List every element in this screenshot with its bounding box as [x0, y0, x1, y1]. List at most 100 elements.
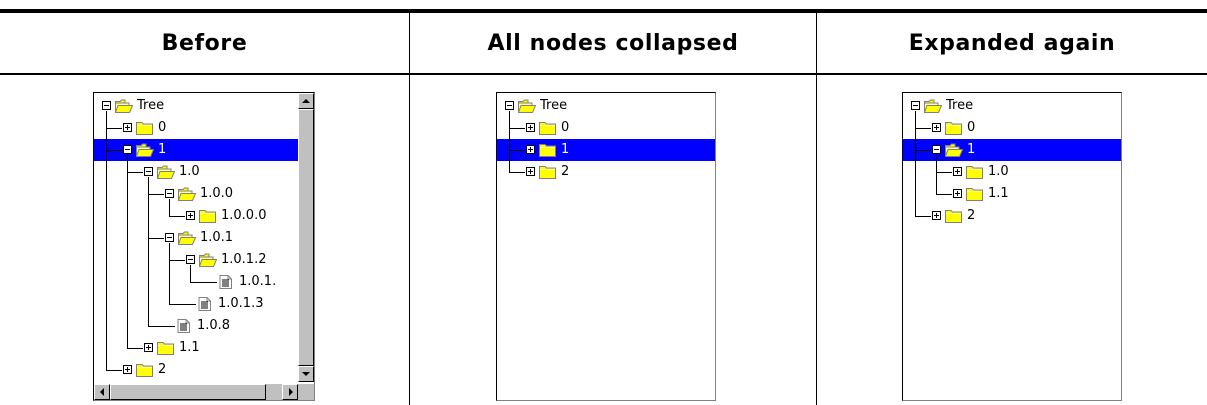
- tree-node[interactable]: Tree: [94, 95, 314, 117]
- tree-node-label: 2: [561, 164, 570, 179]
- scroll-down-button[interactable]: [298, 366, 314, 382]
- expand-icon[interactable]: [953, 167, 962, 176]
- expand-icon[interactable]: [932, 211, 941, 220]
- collapse-icon[interactable]: [123, 145, 132, 154]
- folder-open-icon: [156, 165, 176, 179]
- expand-icon[interactable]: [526, 167, 535, 176]
- arrow-up-icon: [302, 99, 310, 103]
- document-icon: [217, 275, 235, 289]
- vertical-scroll-thumb[interactable]: [298, 109, 314, 366]
- tree-node-label: 1.0: [988, 164, 1009, 179]
- header-expanded-again: Expanded again: [908, 30, 1116, 56]
- arrow-right-icon: [289, 388, 293, 396]
- expand-icon[interactable]: [953, 189, 962, 198]
- tree-node[interactable]: 0: [903, 117, 1121, 139]
- tree-node[interactable]: 1.0.0.0: [94, 205, 314, 227]
- expand-icon[interactable]: [932, 123, 941, 132]
- collapse-icon[interactable]: [932, 145, 941, 154]
- document-icon: [175, 319, 193, 333]
- tree-node[interactable]: Tree: [497, 95, 715, 117]
- folder-icon: [136, 363, 154, 377]
- tree-node[interactable]: 1.0.1.2: [94, 249, 314, 271]
- tree-rows: Tree 0 1 1.0 1.0.0 1.0.0.0 1.0.1 1.0.1.2 1.0.1. 1…: [94, 93, 314, 400]
- folder-icon: [539, 121, 557, 135]
- tree-node-label: 1.0.1.3: [218, 296, 264, 311]
- header-before: Before: [161, 30, 248, 56]
- scroll-up-button[interactable]: [298, 93, 314, 109]
- tree-node-label: 0: [561, 120, 570, 135]
- tree-node-label: 2: [967, 208, 976, 223]
- tree-node-label: 1.0.1: [200, 230, 234, 245]
- tree-node-label: 1.0.1.2: [221, 252, 267, 267]
- folder-open-icon: [177, 187, 197, 201]
- tree-node-label: Tree: [137, 98, 165, 113]
- vertical-scrollbar[interactable]: [298, 93, 314, 382]
- expand-icon[interactable]: [123, 123, 132, 132]
- folder-open-icon: [944, 143, 964, 157]
- folder-open-icon: [198, 253, 218, 267]
- horizontal-scrollbar[interactable]: [94, 384, 298, 400]
- collapse-icon[interactable]: [165, 233, 174, 242]
- header-divider: [0, 73, 1207, 75]
- document-icon: [196, 297, 214, 311]
- collapse-icon[interactable]: [186, 255, 195, 264]
- tree-node-label: 1: [561, 142, 570, 157]
- scroll-right-button[interactable]: [282, 384, 298, 400]
- tree-node[interactable]: 1.1: [94, 337, 314, 359]
- tree-node-label: Tree: [946, 98, 974, 113]
- tree-node-label: 1: [158, 142, 167, 157]
- scroll-left-button[interactable]: [94, 384, 110, 400]
- tree-node-label: 1.1: [988, 186, 1009, 201]
- folder-icon: [966, 165, 984, 179]
- tree-node[interactable]: 1.0: [903, 161, 1121, 183]
- tree-view-before[interactable]: Tree 0 1 1.0 1.0.0 1.0.0.0 1.0.1 1.0.1.2 1.0.1. 1…: [93, 92, 315, 401]
- tree-node-label: 1.0.0: [200, 186, 234, 201]
- folder-open-icon: [517, 99, 537, 113]
- expand-icon[interactable]: [144, 343, 153, 352]
- folder-icon: [966, 187, 984, 201]
- tree-node[interactable]: 1.0.1: [94, 227, 314, 249]
- folder-icon: [539, 143, 557, 157]
- arrow-down-icon: [302, 372, 310, 376]
- expand-icon[interactable]: [123, 365, 132, 374]
- tree-node-label: 2: [158, 362, 167, 377]
- expand-icon[interactable]: [526, 145, 535, 154]
- collapse-icon[interactable]: [102, 101, 111, 110]
- collapse-icon[interactable]: [165, 189, 174, 198]
- tree-node[interactable]: 1: [497, 139, 715, 161]
- folder-open-icon: [177, 231, 197, 245]
- collapse-icon[interactable]: [505, 101, 514, 110]
- tree-rows: Tree 0 1 2: [497, 93, 715, 400]
- tree-node[interactable]: 1.0.8: [94, 315, 314, 337]
- tree-view-all-nodes-collapsed[interactable]: Tree 0 1 2: [496, 92, 716, 401]
- tree-node[interactable]: 1.0.1.: [94, 271, 314, 293]
- tree-node-label: Tree: [540, 98, 568, 113]
- tree-node[interactable]: 2: [94, 359, 314, 381]
- horizontal-scroll-thumb[interactable]: [110, 384, 266, 400]
- tree-node[interactable]: 1.1: [903, 183, 1121, 205]
- collapse-icon[interactable]: [144, 167, 153, 176]
- tree-node[interactable]: 1.0.1.3: [94, 293, 314, 315]
- folder-icon: [199, 209, 217, 223]
- tree-node-label: 1.0.0.0: [221, 208, 267, 223]
- tree-view-expanded-again[interactable]: Tree 0 1 1.0 1.1 2: [902, 92, 1122, 401]
- tree-node[interactable]: 2: [903, 205, 1121, 227]
- tree-node[interactable]: Tree: [903, 95, 1121, 117]
- tree-node[interactable]: 1.0: [94, 161, 314, 183]
- expand-icon[interactable]: [526, 123, 535, 132]
- arrow-left-icon: [100, 388, 104, 396]
- tree-node[interactable]: 1: [94, 139, 314, 161]
- tree-node[interactable]: 0: [94, 117, 314, 139]
- tree-node-label: 1: [967, 142, 976, 157]
- tree-node[interactable]: 2: [497, 161, 715, 183]
- tree-node[interactable]: 0: [497, 117, 715, 139]
- expand-icon[interactable]: [186, 211, 195, 220]
- tree-node-label: 1.0: [179, 164, 200, 179]
- folder-icon: [136, 121, 154, 135]
- tree-node[interactable]: 1: [903, 139, 1121, 161]
- tree-node[interactable]: 1.0.0: [94, 183, 314, 205]
- scrollbar-corner: [298, 384, 314, 400]
- folder-icon: [945, 121, 963, 135]
- collapse-icon[interactable]: [911, 101, 920, 110]
- tree-rows: Tree 0 1 1.0 1.1 2: [903, 93, 1121, 400]
